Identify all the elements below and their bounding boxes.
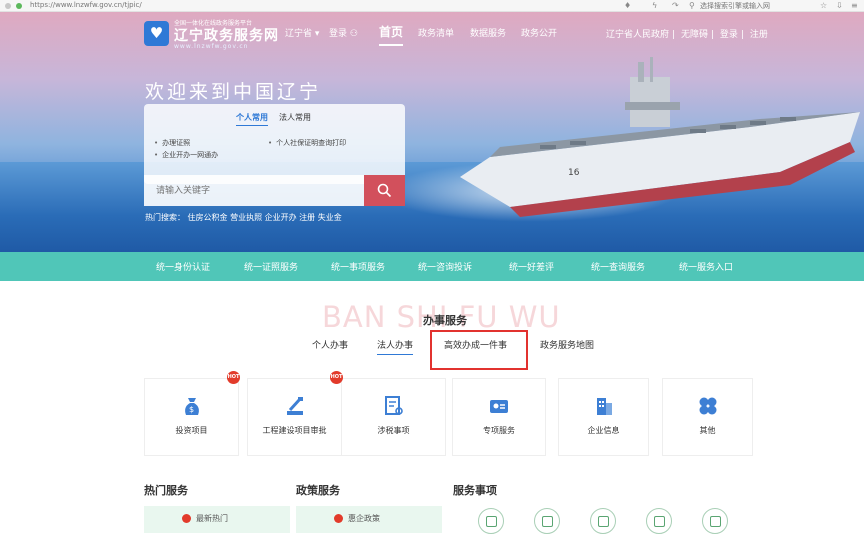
common-item[interactable]: 个人社保证明查询打印 xyxy=(268,138,346,148)
region-label: 辽宁省 xyxy=(285,29,313,39)
logo-heart-icon: ♥ xyxy=(144,21,169,46)
browser-search-field[interactable]: 选择搜索引擎或输入网址 xyxy=(700,1,770,11)
search-box xyxy=(144,175,364,206)
money-bag-icon: $ xyxy=(184,398,199,415)
document-search-icon xyxy=(384,396,403,415)
logo-title: 辽宁政务服务网 xyxy=(174,28,279,44)
hero-banner: 16 ♥ 全国一体化在线政务服务平台 辽宁政务服务网 www.lnzwfw.go… xyxy=(0,12,864,252)
service-items-heading: 服务事项 xyxy=(453,484,497,497)
arrow-icon[interactable]: ↷ xyxy=(672,1,679,10)
browser-address-bar: https://www.lnzwfw.gov.cn/tjpic/ ♦ ϟ ↷ ⚲… xyxy=(0,0,864,12)
hot-search-words[interactable]: 热门搜索： 住房公积金 营业执照 企业开办 注册 失业金 xyxy=(145,212,342,223)
tab-service-map[interactable]: 政务服务地图 xyxy=(540,338,594,351)
nav-data-service[interactable]: 数据服务 xyxy=(470,26,506,39)
green-nav-item[interactable]: 统一事项服务 xyxy=(331,260,385,273)
url-field[interactable]: https://www.lnzwfw.gov.cn/tjpic/ xyxy=(30,1,450,9)
building-icon xyxy=(596,398,612,415)
region-selector[interactable]: 辽宁省 ▾ xyxy=(285,26,319,39)
search-input[interactable] xyxy=(144,175,364,206)
section-title: 办事服务 xyxy=(423,314,467,327)
green-nav-item[interactable]: 统一查询服务 xyxy=(591,260,645,273)
header-login-label: 登录 xyxy=(329,29,348,39)
hot-badge: HOT xyxy=(330,371,343,384)
download-icon[interactable]: ⇩ xyxy=(836,1,843,10)
green-nav-item[interactable]: 统一好差评 xyxy=(509,260,554,273)
badge-icon[interactable] xyxy=(590,508,616,534)
svg-text:$: $ xyxy=(189,405,194,414)
menu-icon[interactable]: ≡ xyxy=(851,1,858,10)
link-register[interactable]: 注册 xyxy=(750,30,768,40)
policy-services-button-label: 惠企政策 xyxy=(348,514,380,523)
service-card-investment[interactable]: $ 投资项目 xyxy=(144,378,239,456)
highlight-box xyxy=(430,330,528,370)
shield-icon[interactable]: ♦ xyxy=(624,1,631,10)
card-label: 涉税事项 xyxy=(377,426,410,435)
grid-icon xyxy=(699,397,716,415)
header-login[interactable]: 登录 ⚇ xyxy=(329,26,358,39)
card-label: 企业信息 xyxy=(587,426,620,435)
link-accessibility[interactable]: 无障碍 xyxy=(681,30,708,40)
policy-services-heading: 政策服务 xyxy=(296,484,340,497)
hot-services-heading: 热门服务 xyxy=(144,484,188,497)
back-icon[interactable] xyxy=(5,3,11,9)
umbrella-icon[interactable] xyxy=(646,508,672,534)
tab-personal-affairs[interactable]: 个人办事 xyxy=(312,338,348,351)
green-nav-item[interactable]: 统一证照服务 xyxy=(244,260,298,273)
card-label: 其他 xyxy=(699,426,716,435)
unified-services-nav: 统一身份认证 统一证照服务 统一事项服务 统一咨询投诉 统一好差评 统一查询服务… xyxy=(0,252,864,281)
card-label: 专项服务 xyxy=(483,426,515,435)
card-label: 工程建设项目审批 xyxy=(262,426,327,435)
hot-services-button[interactable]: 最新热门 xyxy=(144,506,290,533)
baby-icon[interactable] xyxy=(702,508,728,534)
service-card-construction[interactable]: 工程建设项目审批 xyxy=(247,378,342,456)
service-card-special[interactable]: 专项服务 xyxy=(452,378,546,456)
card-label: 投资项目 xyxy=(175,426,208,435)
header-right-links: 辽宁省人民政府 | 无障碍 | 登录 | 注册 xyxy=(606,30,768,40)
tab-legal-affairs[interactable]: 法人办事 xyxy=(377,338,414,355)
tab-personal-common[interactable]: 个人常用 xyxy=(236,112,268,126)
service-card-enterprise[interactable]: 企业信息 xyxy=(558,378,649,456)
common-services-panel: 个人常用 法人常用 办理证照 个人社保证明查询打印 企业开办一网通办 xyxy=(144,104,405,184)
common-item[interactable]: 办理证照 xyxy=(154,138,190,148)
tab-legal-common[interactable]: 法人常用 xyxy=(279,112,311,123)
bolt-icon[interactable]: ϟ xyxy=(652,1,657,10)
nav-policy-list[interactable]: 政务清单 xyxy=(418,26,454,39)
site-logo[interactable]: ♥ 全国一体化在线政务服务平台 辽宁政务服务网 www.lnzwfw.gov.c… xyxy=(144,18,279,52)
secure-lock-icon xyxy=(16,3,22,9)
fire-icon xyxy=(182,514,191,523)
green-nav-item[interactable]: 统一服务入口 xyxy=(679,260,733,273)
common-item[interactable]: 企业开办一网通办 xyxy=(154,150,218,160)
nav-home[interactable]: 首页 xyxy=(379,23,404,46)
policy-services-button[interactable]: 惠企政策 xyxy=(296,506,442,533)
search-icon xyxy=(377,183,392,198)
link-provincial-gov[interactable]: 辽宁省人民政府 xyxy=(606,30,669,40)
construction-icon xyxy=(286,397,303,415)
link-login[interactable]: 登录 xyxy=(720,30,738,40)
search-engine-icon[interactable]: ⚲ xyxy=(689,1,695,10)
user-icon: ⚇ xyxy=(347,29,358,39)
nav-gov-affairs[interactable]: 政务公开 xyxy=(521,26,557,39)
svg-text:16: 16 xyxy=(568,168,580,178)
certificate-icon[interactable] xyxy=(534,508,560,534)
service-card-tax[interactable]: 涉税事项 xyxy=(342,378,446,456)
bookmark-icon[interactable]: ☆ xyxy=(820,1,827,10)
welcome-heading: 欢迎来到中国辽宁 xyxy=(145,81,322,103)
id-card-icon xyxy=(490,400,508,413)
aircraft-carrier-image: 16 xyxy=(460,57,860,217)
logo-url: www.lnzwfw.gov.cn xyxy=(174,43,249,50)
hot-services-button-label: 最新热门 xyxy=(196,514,228,523)
green-nav-item[interactable]: 统一咨询投诉 xyxy=(418,260,472,273)
search-button[interactable] xyxy=(364,175,405,206)
fire-icon xyxy=(334,514,343,523)
service-card-other[interactable]: 其他 xyxy=(662,378,753,456)
green-nav-item[interactable]: 统一身份认证 xyxy=(156,260,210,273)
license-icon[interactable] xyxy=(478,508,504,534)
chevron-down-icon: ▾ xyxy=(312,29,320,39)
hot-badge: HOT xyxy=(227,371,240,384)
